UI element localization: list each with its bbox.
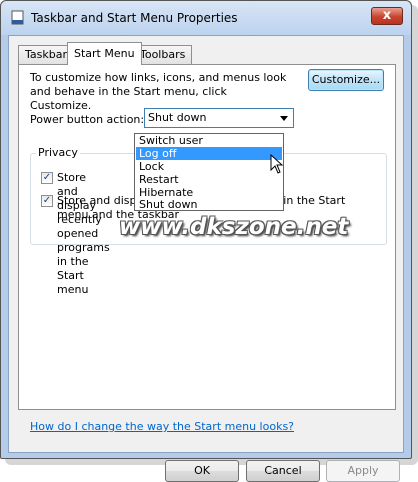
recent-programs-label: Store and display recently opened progra…	[57, 171, 110, 296]
close-icon: x	[382, 8, 392, 23]
power-action-dropdown[interactable]: Switch user Log off Lock Restart Hiberna…	[134, 133, 284, 211]
power-button-label: Power button action:	[30, 113, 145, 126]
customize-button[interactable]: Customize...	[308, 69, 384, 91]
ok-button[interactable]: OK	[165, 460, 239, 482]
customize-description: To customize how links, icons, and menus…	[30, 71, 287, 112]
cancel-button[interactable]: Cancel	[246, 460, 320, 482]
taskbar-window-icon	[11, 10, 24, 25]
apply-button[interactable]: Apply	[326, 460, 400, 482]
watermark-text: www.dkszone.net	[119, 214, 349, 240]
dropdown-arrow-icon	[280, 116, 288, 121]
tab-toolbars[interactable]: Toolbars	[133, 45, 193, 64]
recent-items-checkbox[interactable]: ✓	[41, 195, 53, 207]
power-button-select[interactable]: Shut down	[144, 108, 294, 128]
option-shut-down[interactable]: Shut down	[136, 198, 282, 211]
tab-start-menu[interactable]: Start Menu	[67, 42, 142, 65]
option-restart[interactable]: Restart	[136, 173, 282, 186]
option-log-off[interactable]: Log off	[136, 147, 282, 160]
start-menu-help-link[interactable]: How do I change the way the Start menu l…	[30, 420, 294, 433]
option-lock[interactable]: Lock	[136, 160, 282, 173]
window-title: Taskbar and Start Menu Properties	[31, 11, 238, 25]
tab-taskbar[interactable]: Taskbar	[18, 45, 74, 64]
mouse-cursor-icon	[270, 154, 284, 174]
power-button-value: Shut down	[148, 111, 207, 124]
title-bar[interactable]: Taskbar and Start Menu Properties x	[1, 1, 411, 35]
close-button[interactable]: x	[371, 7, 403, 25]
option-switch-user[interactable]: Switch user	[136, 134, 282, 147]
dialog-client: Taskbar Start Menu Toolbars To customize…	[8, 35, 404, 482]
privacy-group-label: Privacy	[36, 146, 80, 159]
recent-programs-checkbox[interactable]: ✓	[41, 172, 53, 184]
